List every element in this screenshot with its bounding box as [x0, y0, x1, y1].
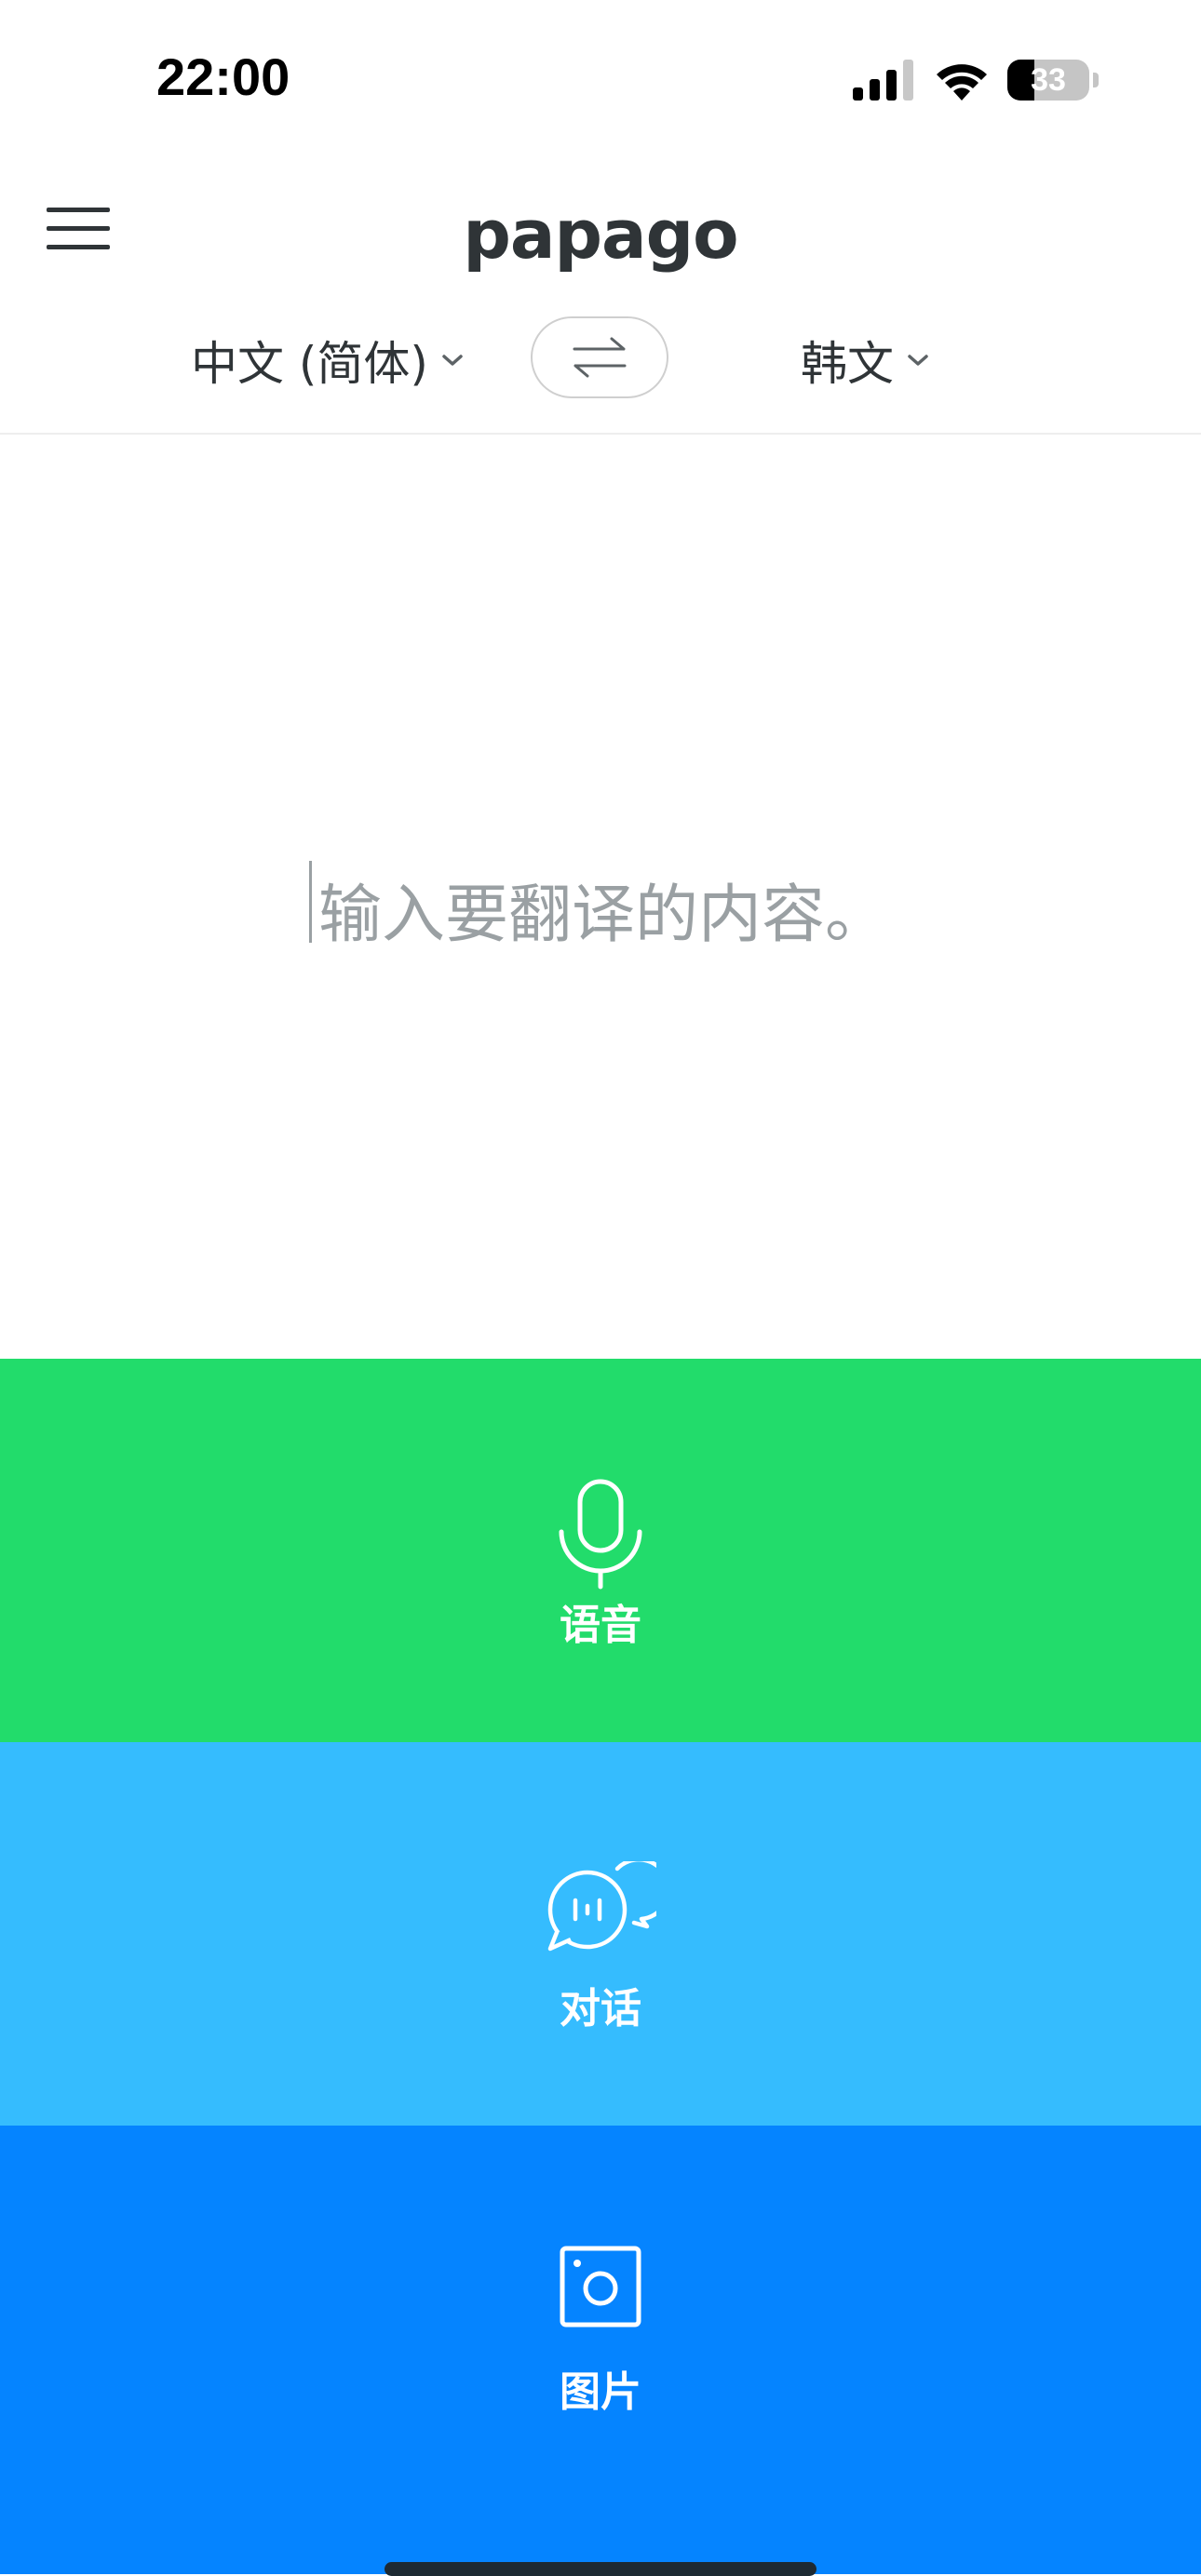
- language-bar: 中文 (简体) 韩文: [0, 307, 1201, 435]
- microphone-icon: [559, 1479, 642, 1590]
- input-placeholder: 输入要翻译的内容。: [317, 879, 888, 952]
- swap-arrows-icon: [573, 337, 627, 378]
- voice-mode-label: 语音: [560, 1602, 641, 1649]
- conversation-mode-button[interactable]: 对话: [0, 1742, 1201, 2126]
- status-icons: 33: [853, 54, 1099, 106]
- swap-languages-button[interactable]: [531, 316, 668, 398]
- source-language-label: 中文 (简体): [191, 337, 428, 391]
- cellular-signal-icon: [853, 60, 913, 101]
- source-language-selector[interactable]: 中文 (简体): [191, 328, 464, 393]
- chevron-down-icon: [442, 355, 463, 366]
- conversation-bubbles-icon: [547, 1861, 656, 1952]
- voice-mode-button[interactable]: 语音: [0, 1359, 1201, 1742]
- app-header: papago: [0, 158, 1201, 298]
- battery-cap: [1093, 73, 1099, 87]
- battery-percentage: 33: [1031, 61, 1066, 98]
- chevron-down-icon: [908, 355, 928, 366]
- battery-icon: 33: [1007, 60, 1089, 101]
- status-time: 22:00: [156, 47, 290, 106]
- translation-input-area[interactable]: 输入要翻译的内容。: [0, 435, 1201, 1359]
- papago-logo: papago: [463, 195, 738, 274]
- conversation-mode-label: 对话: [560, 1985, 641, 2033]
- camera-icon: [560, 2246, 641, 2328]
- target-language-label: 韩文: [801, 337, 894, 391]
- wifi-icon: [937, 64, 987, 101]
- text-caret: [308, 861, 312, 943]
- image-mode-button[interactable]: 图片: [0, 2126, 1201, 2574]
- translation-input[interactable]: 输入要翻译的内容。: [0, 861, 1201, 955]
- image-mode-label: 图片: [560, 2368, 641, 2416]
- status-bar: 22:00 33: [0, 0, 1201, 158]
- target-language-selector[interactable]: 韩文: [801, 328, 929, 393]
